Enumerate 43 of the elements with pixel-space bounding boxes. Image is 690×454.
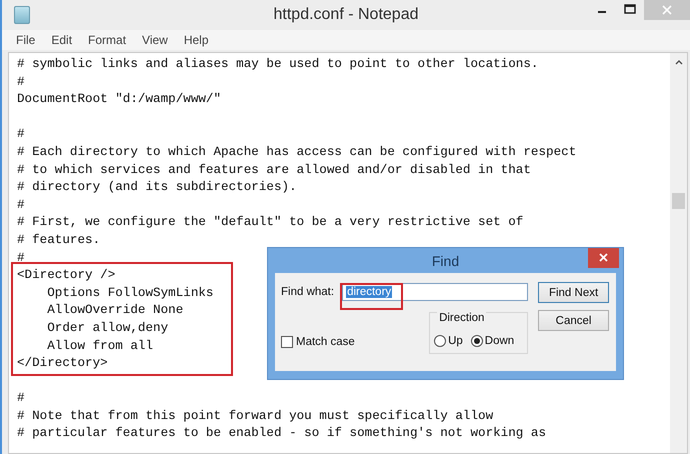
menu-item[interactable]: Format — [80, 33, 134, 47]
menu-item[interactable]: View — [134, 33, 176, 47]
field-label: Find what: — [281, 286, 334, 298]
radio-button[interactable] — [434, 335, 446, 347]
code-line: # particular features to be enabled - so if something's not working as — [17, 425, 546, 442]
highlight-rectangle — [340, 283, 403, 310]
code-line: AllowOverride None — [46, 302, 184, 320]
match-case-checkbox[interactable] — [281, 336, 293, 348]
menu-item[interactable]: File — [8, 33, 44, 47]
code-line: # — [17, 250, 25, 267]
code-line: # to which services and features are allowed and/or disabled in that — [17, 162, 531, 179]
find-next-button[interactable]: Find Next — [538, 282, 610, 303]
code-line: </Directory> — [17, 355, 108, 372]
code-line: Allow from all — [46, 338, 154, 354]
dialog-title: Find — [432, 252, 460, 268]
code-line: Options FollowSymLinks — [46, 284, 214, 302]
code-line: # features. — [17, 232, 100, 249]
group-label: Direction — [437, 312, 486, 324]
code-line: <Directory /> — [17, 267, 116, 284]
scroll-thumb[interactable] — [672, 193, 685, 209]
cancel-button[interactable]: Cancel — [538, 310, 610, 331]
code-line: # directory (and its subdirectories). — [17, 179, 297, 196]
code-line: DocumentRoot "d:/wamp/www/" — [17, 91, 222, 108]
code-line: # — [17, 196, 25, 214]
code-line: Order allow,deny — [46, 320, 168, 337]
menu-item[interactable]: Help — [176, 33, 217, 47]
code-line: # Each directory to which Apache has access can be configured with respect — [17, 144, 576, 161]
close-button[interactable] — [588, 248, 619, 268]
scrollbar[interactable] — [670, 53, 687, 453]
code-line: # Note that from this point forward you must specifically allow — [17, 408, 494, 425]
code-line: # — [17, 126, 25, 144]
window-title: httpd.conf - Notepad — [274, 6, 418, 23]
code-line: # First, we configure the "default" to be a very restrictive set of — [17, 214, 524, 232]
notepad-icon — [14, 6, 30, 24]
find-what-field[interactable]: directory — [342, 283, 528, 301]
radio-label: Down — [484, 335, 514, 347]
code-line: # symbolic links and aliases may be used to point to other locations. — [17, 56, 538, 73]
code-line: # — [17, 390, 25, 408]
menu-item[interactable]: Edit — [43, 33, 80, 47]
radio-button[interactable] — [470, 335, 483, 347]
checkbox-label: Match case — [296, 336, 355, 348]
radio-label: Up — [448, 335, 463, 347]
code-line: # — [17, 74, 25, 91]
